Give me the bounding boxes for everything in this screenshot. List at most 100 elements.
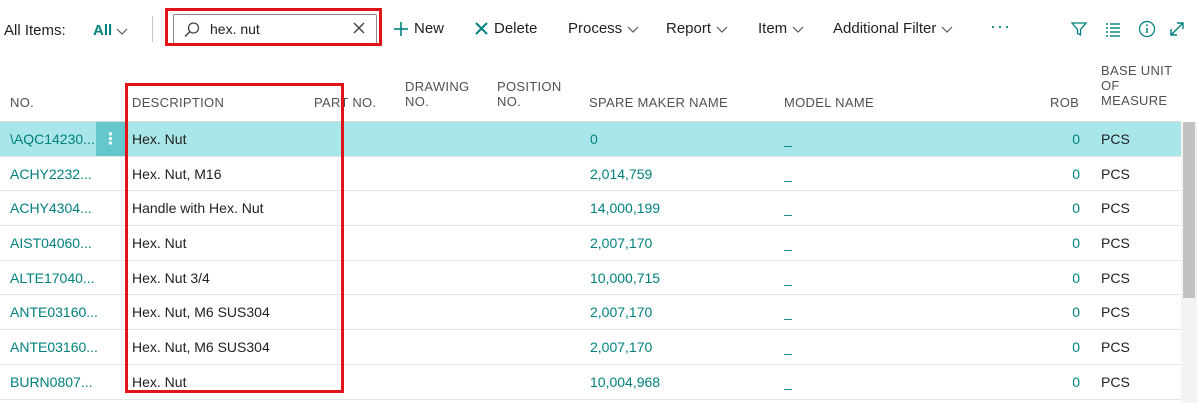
item-no-link[interactable]: AIST04060... bbox=[10, 226, 98, 260]
column-header-base-unit[interactable]: BASE UNIT OF MEASURE bbox=[1101, 63, 1172, 108]
model-name[interactable]: _ bbox=[784, 157, 844, 191]
rob-value[interactable]: 0 bbox=[1040, 365, 1080, 399]
table-row[interactable]: ACHY2232... Hex. Nut, M16 2,014,759 _ 0 … bbox=[0, 157, 1181, 192]
table-row[interactable]: BURN0807... Hex. Nut 10,004,968 _ 0 PCS bbox=[0, 365, 1181, 400]
new-button-label: New bbox=[414, 20, 445, 37]
filter-icon[interactable] bbox=[1070, 20, 1088, 38]
column-header-description[interactable]: DESCRIPTION bbox=[132, 95, 224, 110]
spare-maker-name[interactable]: 10,000,715 bbox=[590, 261, 740, 295]
model-name[interactable]: _ bbox=[784, 295, 844, 329]
base-unit: PCS bbox=[1101, 304, 1130, 321]
base-unit-line-1: BASE UNIT bbox=[1101, 63, 1173, 78]
model-name[interactable]: _ bbox=[784, 122, 844, 156]
table-row[interactable]: ANTE03160... Hex. Nut, M6 SUS304 2,007,1… bbox=[0, 295, 1181, 331]
table-body: \AQC14230... ⋮ Hex. Nut 0 _ 0 PCS ACHY22… bbox=[0, 122, 1181, 400]
report-menu-label: Report bbox=[666, 20, 712, 37]
table-row[interactable]: ACHY4304... Handle with Hex. Nut 14,000,… bbox=[0, 191, 1181, 227]
process-menu-label: Process bbox=[568, 20, 623, 37]
view-selector[interactable]: All bbox=[93, 22, 128, 39]
item-no-link[interactable]: ANTE03160... bbox=[10, 295, 98, 329]
more-options-button[interactable]: ··· bbox=[990, 16, 1011, 37]
delete-icon bbox=[475, 22, 488, 35]
table-row[interactable]: ANTE03160... Hex. Nut, M6 SUS304 2,007,1… bbox=[0, 330, 1181, 365]
chevron-down-icon bbox=[792, 26, 804, 33]
item-no-link[interactable]: \AQC14230... bbox=[10, 122, 98, 156]
drawing-no-line-2: NO. bbox=[405, 94, 430, 109]
item-description[interactable]: Hex. Nut 3/4 bbox=[132, 261, 332, 295]
column-header-model-name[interactable]: MODEL NAME bbox=[784, 95, 874, 110]
table-row[interactable]: \AQC14230... ⋮ Hex. Nut 0 _ 0 PCS bbox=[0, 122, 1181, 157]
spare-maker-name[interactable]: 2,007,170 bbox=[590, 295, 740, 329]
column-header-drawing-no[interactable]: DRAWING NO. bbox=[405, 79, 469, 109]
item-description[interactable]: Handle with Hex. Nut bbox=[132, 191, 332, 225]
rob-value[interactable]: 0 bbox=[1040, 226, 1080, 260]
page-title: All Items: bbox=[4, 22, 66, 39]
row-actions-button[interactable]: ⋮ bbox=[96, 122, 125, 156]
list-view-icon[interactable] bbox=[1104, 20, 1122, 38]
item-description[interactable]: Hex. Nut, M16 bbox=[132, 157, 332, 191]
rob-value[interactable]: 0 bbox=[1040, 330, 1080, 364]
report-menu[interactable]: Report bbox=[666, 20, 728, 37]
base-unit: PCS bbox=[1101, 234, 1130, 251]
position-no-line-1: POSITION bbox=[497, 79, 562, 94]
item-no-link[interactable]: ALTE17040... bbox=[10, 261, 98, 295]
drawing-no-line-1: DRAWING bbox=[405, 79, 470, 94]
delete-button-label: Delete bbox=[494, 20, 538, 37]
base-unit: PCS bbox=[1101, 373, 1130, 390]
spare-maker-name[interactable]: 2,007,170 bbox=[590, 226, 740, 260]
column-header-spare-maker-name[interactable]: SPARE MAKER NAME bbox=[589, 95, 728, 110]
model-name[interactable]: _ bbox=[784, 330, 844, 364]
item-no-link[interactable]: ANTE03160... bbox=[10, 330, 98, 364]
additional-filter-label: Additional Filter bbox=[833, 20, 937, 37]
table-row[interactable]: AIST04060... Hex. Nut 2,007,170 _ 0 PCS bbox=[0, 226, 1181, 261]
rob-value[interactable]: 0 bbox=[1040, 122, 1080, 156]
base-unit-line-2: OF bbox=[1101, 78, 1120, 93]
model-name[interactable]: _ bbox=[784, 191, 844, 225]
item-menu[interactable]: Item bbox=[758, 20, 804, 37]
spare-maker-name[interactable]: 14,000,199 bbox=[590, 191, 740, 225]
rob-value[interactable]: 0 bbox=[1040, 261, 1080, 295]
column-header-no[interactable]: NO. bbox=[10, 95, 34, 110]
delete-button[interactable]: Delete bbox=[474, 20, 537, 37]
spare-maker-name[interactable]: 2,007,170 bbox=[590, 330, 740, 364]
info-icon[interactable] bbox=[1138, 20, 1156, 38]
base-unit: PCS bbox=[1101, 165, 1130, 182]
item-description[interactable]: Hex. Nut, M6 SUS304 bbox=[132, 330, 332, 364]
chevron-down-icon bbox=[116, 28, 128, 35]
expand-icon[interactable] bbox=[1168, 20, 1186, 38]
rob-value[interactable]: 0 bbox=[1040, 295, 1080, 329]
search-highlight-outline bbox=[165, 8, 382, 46]
table-row[interactable]: ALTE17040... Hex. Nut 3/4 10,000,715 _ 0… bbox=[0, 261, 1181, 296]
scrollbar-thumb[interactable] bbox=[1183, 122, 1195, 298]
item-description[interactable]: Hex. Nut, M6 SUS304 bbox=[132, 295, 332, 329]
item-no-link[interactable]: ACHY2232... bbox=[10, 157, 98, 191]
column-header-position-no[interactable]: POSITION NO. bbox=[497, 79, 562, 109]
spare-maker-name[interactable]: 2,014,759 bbox=[590, 157, 740, 191]
toolbar: All Items: All hex. nut New Delete Proce… bbox=[0, 0, 1197, 58]
items-table: NO. DESCRIPTION PART NO. DRAWING NO. POS… bbox=[0, 58, 1181, 400]
model-name[interactable]: _ bbox=[784, 226, 844, 260]
item-description[interactable]: Hex. Nut bbox=[132, 122, 332, 156]
spare-maker-name[interactable]: 0 bbox=[590, 122, 740, 156]
spare-maker-name[interactable]: 10,004,968 bbox=[590, 365, 740, 399]
chevron-down-icon bbox=[716, 26, 728, 33]
process-menu[interactable]: Process bbox=[568, 20, 639, 37]
vertical-scrollbar[interactable] bbox=[1181, 122, 1197, 403]
model-name[interactable]: _ bbox=[784, 365, 844, 399]
table-header: NO. DESCRIPTION PART NO. DRAWING NO. POS… bbox=[0, 58, 1181, 122]
model-name[interactable]: _ bbox=[784, 261, 844, 295]
additional-filter-menu[interactable]: Additional Filter bbox=[833, 20, 953, 37]
chevron-down-icon bbox=[627, 26, 639, 33]
item-no-link[interactable]: ACHY4304... bbox=[10, 191, 98, 225]
rob-value[interactable]: 0 bbox=[1040, 157, 1080, 191]
item-description[interactable]: Hex. Nut bbox=[132, 226, 332, 260]
column-header-part-no[interactable]: PART NO. bbox=[314, 95, 376, 110]
item-description[interactable]: Hex. Nut bbox=[132, 365, 332, 399]
chevron-down-icon bbox=[941, 26, 953, 33]
item-no-link[interactable]: BURN0807... bbox=[10, 365, 98, 399]
base-unit: PCS bbox=[1101, 338, 1130, 355]
new-button[interactable]: New bbox=[393, 20, 444, 37]
column-header-rob[interactable]: ROB bbox=[1050, 95, 1079, 110]
base-unit: PCS bbox=[1101, 269, 1130, 286]
rob-value[interactable]: 0 bbox=[1040, 191, 1080, 225]
